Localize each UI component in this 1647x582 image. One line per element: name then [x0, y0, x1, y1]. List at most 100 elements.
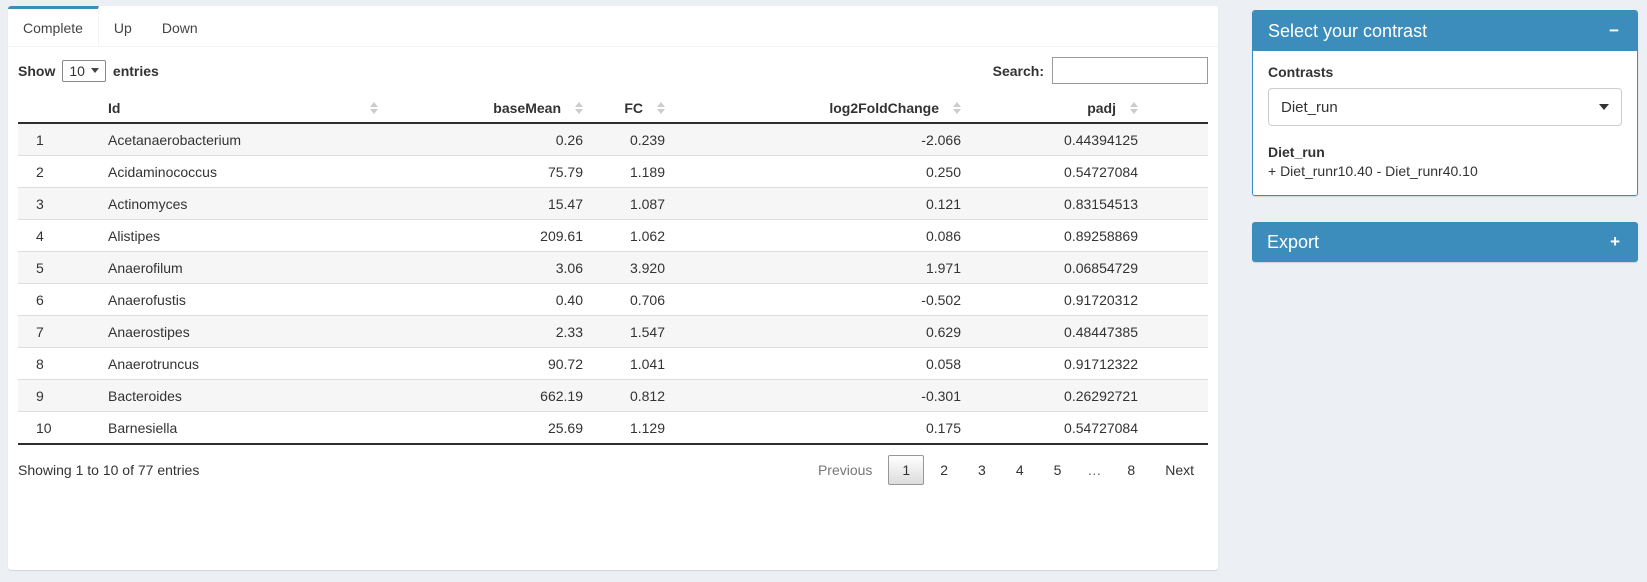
cell-basemean: 90.72: [386, 348, 591, 380]
tab-up[interactable]: Up: [99, 6, 147, 46]
pagination-page-1[interactable]: 1: [888, 455, 924, 485]
cell-basemean: 2.33: [386, 316, 591, 348]
cell-rownum: 5: [18, 252, 100, 284]
show-label: Show: [18, 63, 55, 79]
pagination-page-4[interactable]: 4: [1002, 455, 1038, 485]
pagination-page-2[interactable]: 2: [926, 455, 962, 485]
header-padj[interactable]: padj: [969, 94, 1146, 123]
cell-basemean: 75.79: [386, 156, 591, 188]
cell-rownum: 8: [18, 348, 100, 380]
cell-padj: 0.91712322: [969, 348, 1146, 380]
cell-basemean: 0.26: [386, 123, 591, 156]
pagination-previous[interactable]: Previous: [804, 455, 886, 485]
pagination-next[interactable]: Next: [1151, 455, 1208, 485]
cell-log2foldchange: -0.301: [673, 380, 969, 412]
cell-log2foldchange: 0.175: [673, 412, 969, 445]
sidebar: Select your contrast − Contrasts Diet_ru…: [1252, 10, 1638, 262]
pagination-page-8[interactable]: 8: [1113, 455, 1149, 485]
table-row: 2Acidaminococcus75.791.1890.2500.5472708…: [18, 156, 1208, 188]
cell-filler: [1146, 188, 1208, 220]
table-controls: Show 10 entries Search:: [18, 57, 1208, 84]
pagination-page-5[interactable]: 5: [1040, 455, 1076, 485]
cell-id: Acidaminococcus: [100, 156, 386, 188]
cell-fc: 1.129: [591, 412, 673, 445]
pagination-page-3[interactable]: 3: [964, 455, 1000, 485]
header-basemean[interactable]: baseMean: [386, 94, 591, 123]
cell-log2foldchange: 0.629: [673, 316, 969, 348]
sort-icon: [370, 102, 378, 114]
cell-log2foldchange: -0.502: [673, 284, 969, 316]
cell-fc: 3.920: [591, 252, 673, 284]
expand-plus-icon[interactable]: +: [1607, 232, 1623, 252]
cell-log2foldchange: -2.066: [673, 123, 969, 156]
table-row: 10Barnesiella25.691.1290.1750.54727084: [18, 412, 1208, 445]
header-basemean-label: baseMean: [493, 100, 561, 116]
table-row: 7Anaerostipes2.331.5470.6290.48447385: [18, 316, 1208, 348]
cell-rownum: 4: [18, 220, 100, 252]
tab-down[interactable]: Down: [147, 6, 213, 46]
cell-padj: 0.91720312: [969, 284, 1146, 316]
cell-rownum: 2: [18, 156, 100, 188]
table-row: 9Bacteroides662.190.812-0.3010.26292721: [18, 380, 1208, 412]
cell-basemean: 25.69: [386, 412, 591, 445]
cell-id: Actinomyces: [100, 188, 386, 220]
page-length-value: 10: [69, 63, 85, 79]
caret-down-icon: [1599, 104, 1609, 110]
cell-padj: 0.26292721: [969, 380, 1146, 412]
table-header-row: Id baseMean FC log2FoldChange: [18, 94, 1208, 123]
contrasts-label: Contrasts: [1268, 63, 1622, 81]
cell-fc: 1.062: [591, 220, 673, 252]
cell-fc: 0.706: [591, 284, 673, 316]
caret-down-icon: [91, 68, 99, 73]
cell-rownum: 3: [18, 188, 100, 220]
cell-rownum: 9: [18, 380, 100, 412]
search-control: Search:: [993, 57, 1208, 84]
table-row: 5Anaerofilum3.063.9201.9710.06854729: [18, 252, 1208, 284]
cell-id: Anaerostipes: [100, 316, 386, 348]
table-row: 4Alistipes209.611.0620.0860.89258869: [18, 220, 1208, 252]
header-log2foldchange-label: log2FoldChange: [829, 100, 939, 116]
cell-filler: [1146, 252, 1208, 284]
page-length-control: Show 10 entries: [18, 60, 159, 82]
results-table: Id baseMean FC log2FoldChange: [18, 94, 1208, 445]
cell-rownum: 1: [18, 123, 100, 156]
cell-filler: [1146, 348, 1208, 380]
table-row: 1Acetanaerobacterium0.260.239-2.0660.443…: [18, 123, 1208, 156]
cell-padj: 0.83154513: [969, 188, 1146, 220]
export-box-title: Export: [1267, 232, 1319, 252]
cell-log2foldchange: 0.086: [673, 220, 969, 252]
cell-padj: 0.89258869: [969, 220, 1146, 252]
search-label: Search:: [993, 63, 1044, 79]
cell-id: Anaerotruncus: [100, 348, 386, 380]
cell-padj: 0.54727084: [969, 156, 1146, 188]
tab-complete[interactable]: Complete: [8, 6, 99, 46]
header-filler: [1146, 94, 1208, 123]
cell-basemean: 0.40: [386, 284, 591, 316]
header-id[interactable]: Id: [100, 94, 386, 123]
header-id-label: Id: [108, 100, 120, 116]
header-fc[interactable]: FC: [591, 94, 673, 123]
cell-basemean: 209.61: [386, 220, 591, 252]
cell-fc: 1.547: [591, 316, 673, 348]
header-fc-label: FC: [624, 100, 643, 116]
cell-padj: 0.06854729: [969, 252, 1146, 284]
page-length-select[interactable]: 10: [62, 60, 106, 82]
collapse-minus-icon[interactable]: −: [1606, 21, 1622, 41]
cell-filler: [1146, 412, 1208, 445]
cell-padj: 0.54727084: [969, 412, 1146, 445]
header-log2foldchange[interactable]: log2FoldChange: [673, 94, 969, 123]
contrast-box-body: Contrasts Diet_run Diet_run + Diet_runr1…: [1253, 51, 1637, 195]
contrast-select[interactable]: Diet_run: [1268, 88, 1622, 126]
cell-id: Anaerofilum: [100, 252, 386, 284]
contrast-select-value: Diet_run: [1281, 99, 1338, 116]
cell-id: Acetanaerobacterium: [100, 123, 386, 156]
cell-basemean: 662.19: [386, 380, 591, 412]
cell-fc: 1.189: [591, 156, 673, 188]
cell-filler: [1146, 380, 1208, 412]
search-input[interactable]: [1052, 57, 1208, 84]
cell-filler: [1146, 123, 1208, 156]
cell-id: Bacteroides: [100, 380, 386, 412]
cell-padj: 0.48447385: [969, 316, 1146, 348]
cell-basemean: 15.47: [386, 188, 591, 220]
sort-icon: [575, 102, 583, 114]
